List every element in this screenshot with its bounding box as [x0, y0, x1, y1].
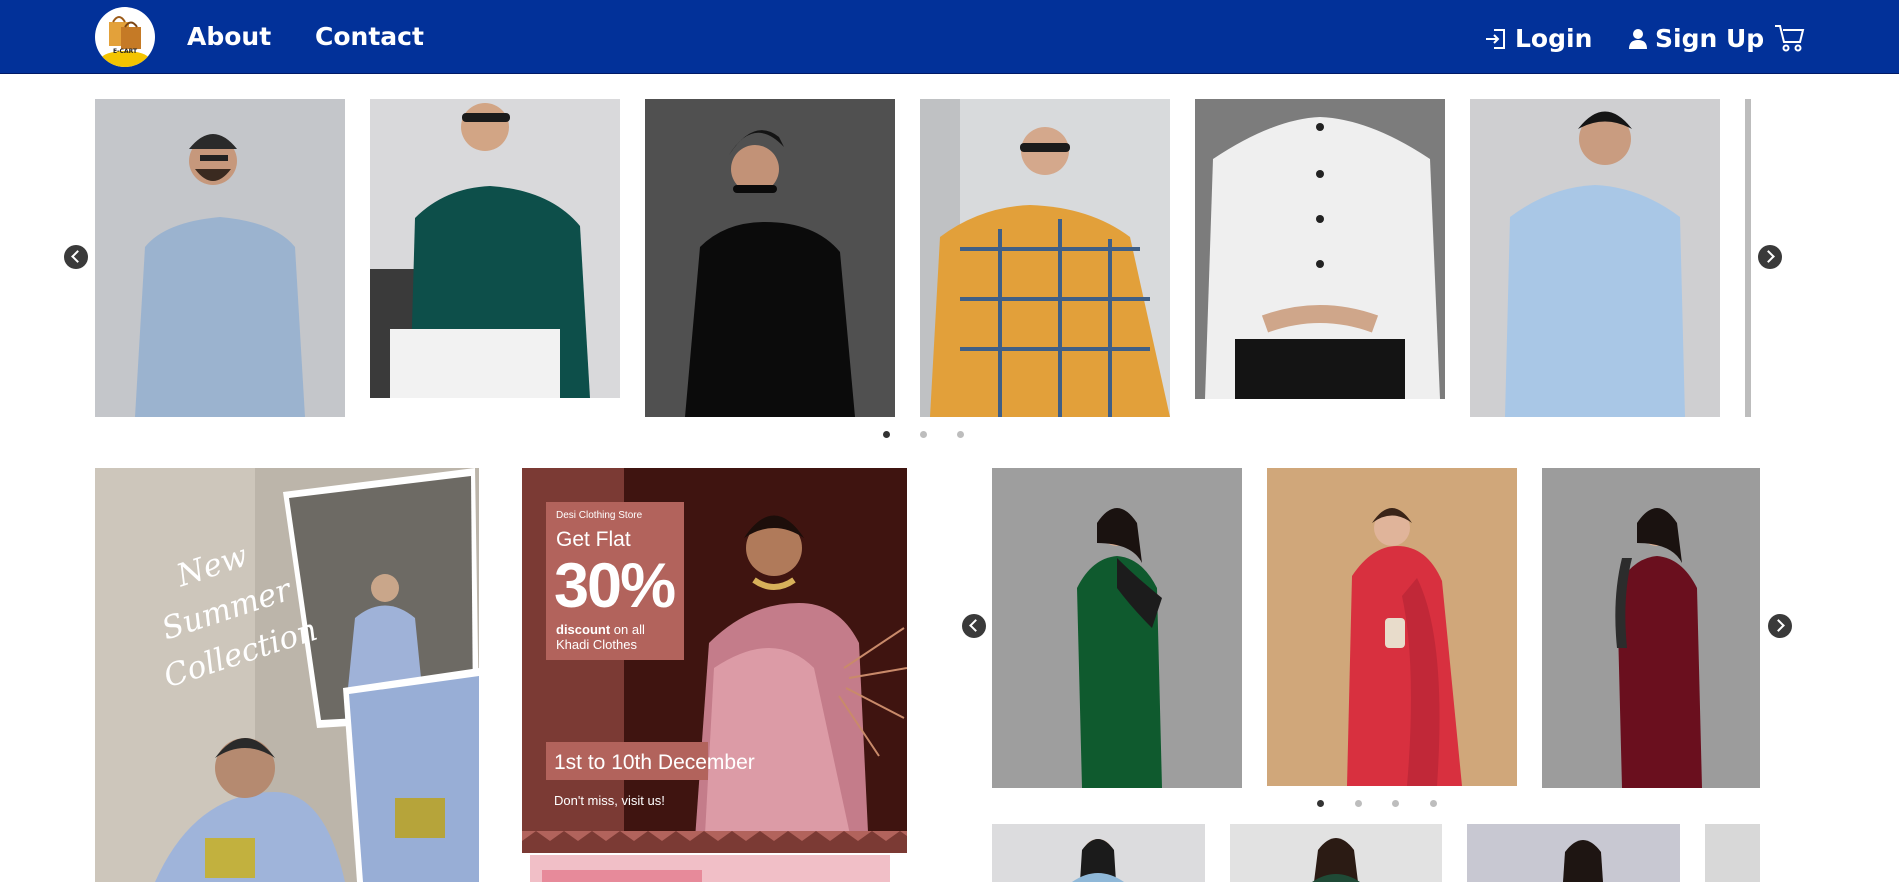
men-carousel-dot-2[interactable] [920, 431, 927, 438]
product-image-shirt-mustard [920, 99, 1170, 417]
sale-discount-text: discount on all Khadi Clothes [556, 622, 681, 652]
login-icon [1486, 28, 1505, 49]
nav-about-link[interactable]: About [187, 22, 271, 51]
men-slide-4[interactable] [920, 99, 1170, 417]
sale-percent: 30% [554, 551, 676, 621]
product-thumb-image [992, 824, 1205, 882]
thumb-saree-3[interactable] [1467, 824, 1680, 882]
sale-banner-2-partial[interactable] [530, 855, 890, 882]
men-slide-7-partial [1745, 99, 1751, 417]
product-image-shirt-blue [95, 99, 345, 417]
sale-get-flat: Get Flat [556, 528, 631, 551]
men-carousel-next-button[interactable] [1758, 245, 1782, 269]
nav-contact-link[interactable]: Contact [315, 22, 424, 51]
men-carousel-dot-1[interactable] [883, 431, 890, 438]
navbar: E-CART About Contact Login Sign Up [0, 0, 1899, 74]
saree-carousel-dot-1[interactable] [1317, 800, 1324, 807]
product-image-shirt-teal [370, 99, 620, 398]
saree-slide-3[interactable] [1542, 468, 1760, 788]
men-carousel-dot-3[interactable] [957, 431, 964, 438]
saree-carousel-dot-4[interactable] [1430, 800, 1437, 807]
cart-button[interactable] [1774, 22, 1805, 53]
sale-zigzag-border [522, 831, 907, 853]
product-thumb-image [1230, 824, 1442, 882]
men-slide-6[interactable] [1470, 99, 1720, 417]
saree-slide-2[interactable] [1267, 468, 1517, 786]
product-image-shirt-black [645, 99, 895, 417]
men-slide-2[interactable] [370, 99, 620, 398]
cart-icon [1775, 25, 1805, 52]
product-image-shirt-sky-blue [1470, 99, 1720, 417]
signup-label: Sign Up [1655, 24, 1765, 53]
product-image-saree-maroon [1542, 468, 1760, 788]
men-slide-3[interactable] [645, 99, 895, 417]
thumb-saree-1[interactable] [992, 824, 1205, 882]
saree-carousel-dot-3[interactable] [1392, 800, 1399, 807]
sale-visit-text: Don't miss, visit us! [554, 793, 665, 808]
signup-button[interactable]: Sign Up [1628, 24, 1764, 53]
login-button[interactable]: Login [1484, 24, 1592, 53]
thumb-saree-2[interactable] [1230, 824, 1442, 882]
product-image-saree-red [1267, 468, 1517, 786]
product-image-shirt-white [1195, 99, 1445, 399]
khadi-sale-banner[interactable]: Desi Clothing Store Get Flat 30% discoun… [522, 468, 907, 853]
men-slide-5[interactable] [1195, 99, 1445, 399]
product-image-saree-green [992, 468, 1242, 788]
saree-carousel-next-button[interactable] [1768, 614, 1792, 638]
saree-slide-1[interactable] [992, 468, 1242, 788]
men-slide-1[interactable] [95, 99, 345, 417]
shopping-bags-icon [101, 16, 149, 67]
saree-carousel-prev-button[interactable] [962, 614, 986, 638]
men-carousel-prev-button[interactable] [64, 245, 88, 269]
product-thumb-image [1467, 824, 1680, 882]
saree-carousel-dot-2[interactable] [1355, 800, 1362, 807]
login-label: Login [1515, 24, 1593, 53]
user-icon [1629, 28, 1647, 49]
sale-banner-2-header [542, 870, 702, 882]
sale-discount-bold: discount [556, 622, 611, 637]
logo-text: E-CART [112, 48, 138, 55]
thumb-saree-4-partial[interactable] [1705, 824, 1760, 882]
sale-store-name: Desi Clothing Store [556, 510, 643, 521]
logo[interactable]: E-CART [95, 7, 155, 67]
sale-dates: 1st to 10th December [554, 751, 755, 774]
